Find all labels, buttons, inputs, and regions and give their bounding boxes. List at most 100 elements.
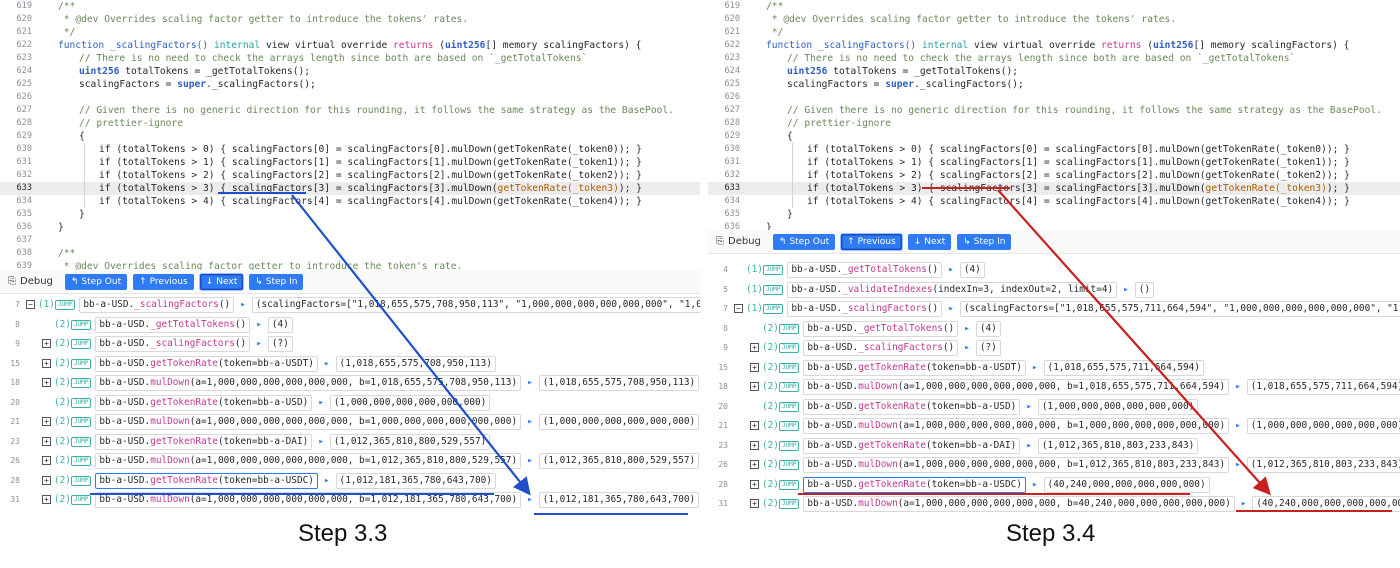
trace-row[interactable]: 26 + (2) JUMP bb-a-USD.mulDown(a=1,000,000,0…	[708, 456, 1400, 474]
jump-badge[interactable]: JUMP	[70, 456, 92, 466]
call-signature[interactable]: bb-a-USD._getTotalTokens()	[95, 316, 251, 333]
expand-icon[interactable]: +	[42, 378, 51, 387]
call-signature[interactable]: bb-a-USD.mulDown(a=1,000,000,000,000,000…	[95, 492, 522, 508]
trace-row[interactable]: 15 + (2) JUMP bb-a-USD.getTokenRate(token=bb…	[708, 359, 1400, 377]
call-signature[interactable]: bb-a-USD.getTokenRate(token=bb-a-USD)	[95, 394, 313, 411]
expand-icon[interactable]: +	[42, 417, 51, 426]
trace-row[interactable]: 9 + (2) JUMP bb-a-USD._scalingFactors() ▸ (?)	[0, 335, 700, 353]
jump-badge[interactable]: JUMP	[762, 304, 784, 314]
expand-icon[interactable]: +	[42, 436, 51, 446]
expand-icon[interactable]: +	[750, 382, 759, 391]
previous-button[interactable]: ↑ Previous	[133, 273, 194, 290]
expand-icon[interactable]: +	[750, 343, 759, 352]
next-button[interactable]: ↓ Next	[199, 273, 244, 290]
trace-row[interactable]: 4 (1) JUMP bb-a-USD._getTotalTokens() ▸ (4)	[708, 261, 1400, 279]
trace-row[interactable]: 5 (1) JUMP bb-a-USD._validateIndexes(indexI…	[708, 281, 1400, 299]
trace-row[interactable]: 28 + (2) JUMP bb-a-USD.getTokenRate(token=bb…	[708, 476, 1400, 494]
step-in-button[interactable]: ↳ Step In	[957, 233, 1012, 250]
jump-badge[interactable]: JUMP	[70, 378, 92, 388]
trace-row[interactable]: 7− (1) JUMP bb-a-USD._scalingFactors() ▸ (sca…	[708, 300, 1400, 318]
trace-row[interactable]: 28 + (2) JUMP bb-a-USD.getTokenRate(token=bb…	[0, 472, 700, 490]
previous-button[interactable]: ↑ Previous	[841, 233, 902, 250]
trace-row[interactable]: 31 + (2) JUMP bb-a-USD.mulDown(a=1,000,000,0…	[708, 495, 1400, 513]
call-signature[interactable]: bb-a-USD.getTokenRate(token=bb-a-USDT)	[803, 359, 1026, 376]
call-signature[interactable]: bb-a-USD._scalingFactors()	[787, 301, 943, 317]
trace-row[interactable]: 8 (2) JUMP bb-a-USD._getTotalTokens() ▸ (4)	[708, 320, 1400, 338]
call-signature[interactable]: bb-a-USD.getTokenRate(token=bb-a-USDT)	[95, 355, 318, 372]
jump-badge[interactable]: JUMP	[778, 421, 800, 431]
trace-row[interactable]: 26 + (2) JUMP bb-a-USD.mulDown(a=1,000,000,0…	[0, 452, 700, 470]
jump-badge[interactable]: JUMP	[778, 440, 800, 451]
trace-row[interactable]: 31 + (2) JUMP bb-a-USD.mulDown(a=1,000,000,0…	[0, 491, 700, 509]
trace-row[interactable]: 23 + (2) JUMP bb-a-USD.getTokenRate(token=bb…	[0, 433, 700, 451]
jump-badge[interactable]: JUMP	[778, 362, 800, 373]
trace-row[interactable]: 20 (2) JUMP bb-a-USD.getTokenRate(token=bb-…	[708, 398, 1400, 416]
trace-row[interactable]: 7− (1) JUMP bb-a-USD._scalingFactors() ▸ (sca…	[0, 296, 700, 314]
jump-badge[interactable]: JUMP	[778, 323, 800, 334]
jump-badge[interactable]: JUMP	[54, 300, 76, 310]
call-signature[interactable]: bb-a-USD.getTokenRate(token=bb-a-USDC)	[95, 472, 318, 489]
collapse-icon[interactable]: −	[734, 304, 743, 313]
jump-badge[interactable]: JUMP	[778, 401, 800, 412]
trace-row[interactable]: 9 + (2) JUMP bb-a-USD._scalingFactors() ▸ (?)	[708, 339, 1400, 357]
call-signature[interactable]: bb-a-USD.mulDown(a=1,000,000,000,000,000…	[95, 375, 522, 391]
expand-icon[interactable]: +	[750, 479, 759, 489]
trace-row[interactable]: 23 + (2) JUMP bb-a-USD.getTokenRate(token=bb…	[708, 437, 1400, 455]
call-signature[interactable]: bb-a-USD._scalingFactors()	[95, 336, 251, 352]
jump-badge[interactable]: JUMP	[70, 397, 92, 408]
trace-row[interactable]: 18 + (2) JUMP bb-a-USD.mulDown(a=1,000,000,0…	[708, 378, 1400, 396]
jump-badge[interactable]: JUMP	[70, 319, 92, 330]
jump-badge[interactable]: JUMP	[778, 479, 800, 490]
jump-badge[interactable]: JUMP	[778, 382, 800, 392]
expand-icon[interactable]: +	[42, 358, 51, 368]
jump-badge[interactable]: JUMP	[70, 339, 92, 349]
step-out-button[interactable]: ↰ Step Out	[772, 233, 836, 250]
jump-badge[interactable]: JUMP	[762, 265, 784, 275]
call-signature[interactable]: bb-a-USD.mulDown(a=1,000,000,000,000,000…	[95, 453, 522, 469]
collapse-icon[interactable]: −	[26, 300, 35, 309]
jump-badge[interactable]: JUMP	[70, 417, 92, 427]
call-signature[interactable]: bb-a-USD.getTokenRate(token=bb-a-USD)	[803, 398, 1021, 415]
call-signature[interactable]: bb-a-USD._scalingFactors()	[79, 297, 235, 313]
call-signature[interactable]: bb-a-USD.mulDown(a=1,000,000,000,000,000…	[803, 496, 1235, 512]
expand-icon[interactable]: +	[42, 339, 51, 348]
jump-badge[interactable]: JUMP	[778, 460, 800, 470]
expand-icon[interactable]: +	[750, 499, 759, 508]
trace-row[interactable]: 20 (2) JUMP bb-a-USD.getTokenRate(token=bb-…	[0, 394, 700, 412]
call-signature[interactable]: bb-a-USD.mulDown(a=1,000,000,000,000,000…	[95, 414, 522, 430]
expand-icon[interactable]: +	[42, 495, 51, 504]
step-out-button[interactable]: ↰ Step Out	[64, 273, 128, 290]
return-arrow-icon: ▸	[1123, 283, 1129, 295]
trace-row[interactable]: 18 + (2) JUMP bb-a-USD.mulDown(a=1,000,000,0…	[0, 374, 700, 392]
call-result: (?)	[975, 340, 1001, 356]
jump-badge[interactable]: JUMP	[70, 436, 92, 447]
call-signature[interactable]: bb-a-USD.getTokenRate(token=bb-a-DAI)	[95, 433, 313, 450]
call-signature[interactable]: bb-a-USD.mulDown(a=1,000,000,000,000,000…	[803, 457, 1230, 473]
call-signature[interactable]: bb-a-USD.getTokenRate(token=bb-a-USDC)	[803, 476, 1026, 493]
next-button[interactable]: ↓ Next	[907, 233, 952, 250]
trace-row[interactable]: 21 + (2) JUMP bb-a-USD.mulDown(a=1,000,000,0…	[708, 417, 1400, 435]
trace-row[interactable]: 8 (2) JUMP bb-a-USD._getTotalTokens() ▸ (4)	[0, 316, 700, 334]
expand-icon[interactable]: +	[42, 456, 51, 465]
call-signature[interactable]: bb-a-USD._getTotalTokens()	[787, 262, 943, 278]
expand-icon[interactable]: +	[750, 460, 759, 469]
jump-badge[interactable]: JUMP	[70, 495, 92, 505]
jump-badge[interactable]: JUMP	[762, 284, 784, 295]
call-signature[interactable]: bb-a-USD.mulDown(a=1,000,000,000,000,000…	[803, 418, 1230, 434]
call-signature[interactable]: bb-a-USD.getTokenRate(token=bb-a-DAI)	[803, 437, 1021, 454]
jump-badge[interactable]: JUMP	[70, 358, 92, 369]
step-in-button[interactable]: ↳ Step In	[249, 273, 304, 290]
expand-icon[interactable]: +	[750, 421, 759, 430]
expand-icon[interactable]: +	[42, 475, 51, 485]
expand-icon[interactable]: +	[750, 362, 759, 372]
trace-row[interactable]: 21 + (2) JUMP bb-a-USD.mulDown(a=1,000,000,0…	[0, 413, 700, 431]
jump-badge[interactable]: JUMP	[70, 475, 92, 486]
call-signature[interactable]: bb-a-USD._validateIndexes(indexIn=3, ind…	[787, 281, 1118, 298]
call-signature[interactable]: bb-a-USD._scalingFactors()	[803, 340, 959, 356]
jump-badge[interactable]: JUMP	[778, 499, 800, 509]
expand-icon[interactable]: +	[750, 440, 759, 450]
trace-row[interactable]: 15 + (2) JUMP bb-a-USD.getTokenRate(token=bb…	[0, 355, 700, 373]
call-signature[interactable]: bb-a-USD._getTotalTokens()	[803, 320, 959, 337]
call-signature[interactable]: bb-a-USD.mulDown(a=1,000,000,000,000,000…	[803, 379, 1230, 395]
jump-badge[interactable]: JUMP	[778, 343, 800, 353]
